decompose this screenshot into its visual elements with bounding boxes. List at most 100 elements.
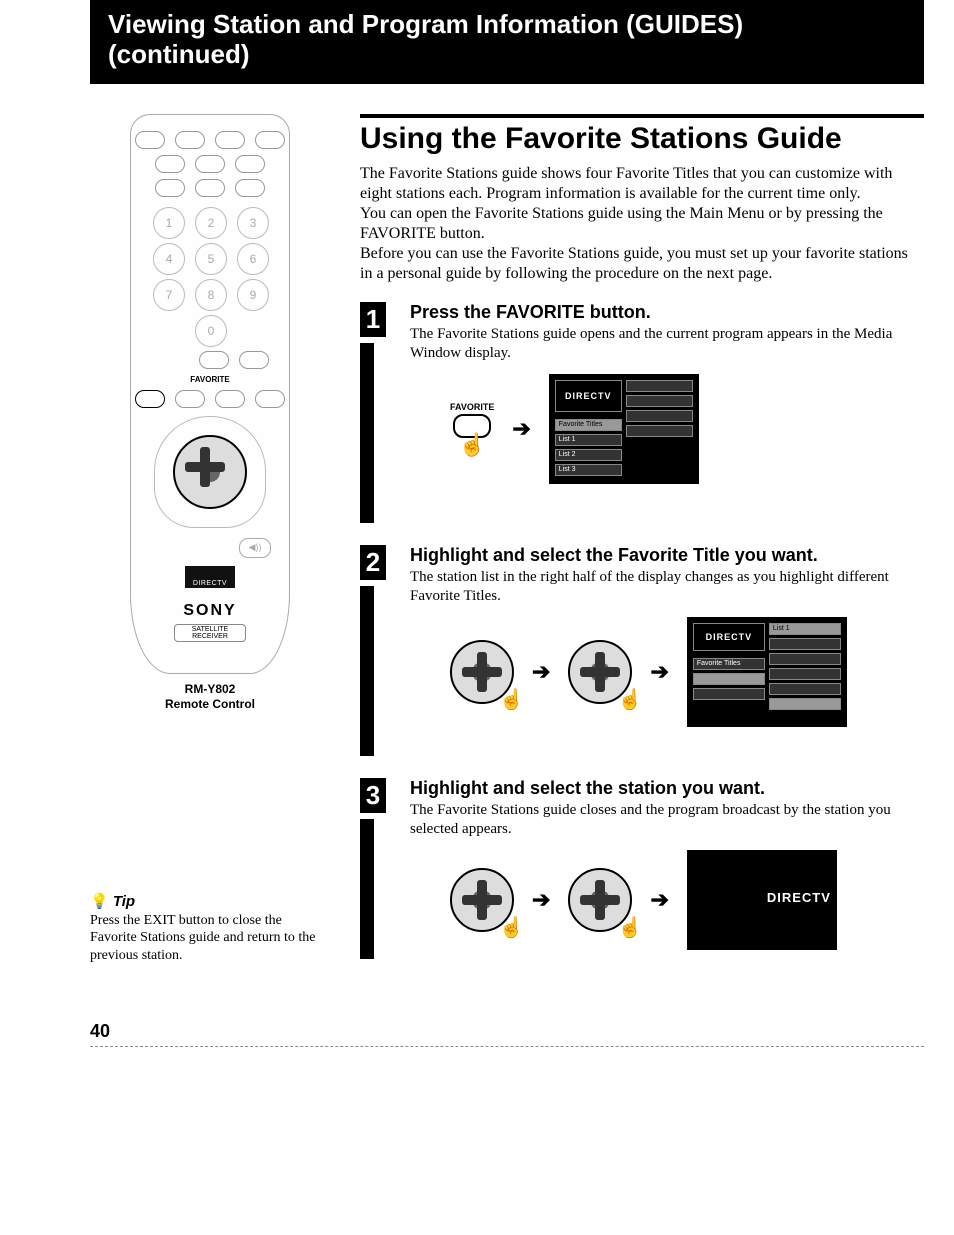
screen-logo: DIRECTV: [767, 890, 831, 905]
screen-row: List 1: [769, 623, 841, 635]
remote-btn: [135, 131, 165, 149]
tip-body: Press the EXIT button to close the Favor…: [90, 912, 330, 965]
num-8: 8: [195, 279, 227, 311]
tv-screen-step3: DIRECTV: [687, 850, 837, 950]
screen-row: [769, 653, 841, 665]
step-number: 3: [360, 778, 386, 813]
remote-favorite-btn: [135, 390, 165, 408]
remote-btn: [155, 179, 185, 197]
screen-row: Favorite Titles: [693, 658, 765, 670]
section-rule: [360, 114, 924, 118]
step-2: 2 Highlight and select the Favorite Titl…: [360, 545, 924, 756]
step-desc: The Favorite Stations guide closes and t…: [410, 801, 924, 839]
screen-row: [769, 683, 841, 695]
remote-btn: [175, 131, 205, 149]
remote-btn: [195, 155, 225, 173]
dpad-select-icon: ☝: [568, 640, 632, 704]
remote-jump-row: [131, 351, 269, 369]
remote-btn: [199, 351, 229, 369]
chapter-banner: Viewing Station and Program Information …: [90, 0, 924, 84]
num-2: 2: [195, 207, 227, 239]
banner-line-1: Viewing Station and Program Information …: [108, 10, 924, 40]
intro-text: The Favorite Stations guide shows four F…: [360, 164, 924, 284]
remote-figure: 1 2 3 4 5 6 7 8 9 0: [125, 114, 295, 713]
remote-numpad: 1 2 3 4 5 6 7 8 9 0: [131, 207, 289, 345]
tip-heading-text: Tip: [113, 893, 135, 910]
num-6: 6: [237, 243, 269, 275]
num-9: 9: [237, 279, 269, 311]
screen-row: [693, 688, 765, 700]
section-heading: Using the Favorite Stations Guide: [360, 122, 924, 156]
remote-btn: [175, 390, 205, 408]
remote-top-row: [131, 179, 289, 197]
remote-top-row: [131, 155, 289, 173]
screen-row: [626, 410, 693, 422]
favorite-button-icon: FAVORITE ☝: [450, 402, 494, 456]
screen-row: [693, 673, 765, 685]
screen-row: List 1: [555, 434, 622, 446]
num-1: 1: [153, 207, 185, 239]
favorite-button-label: FAVORITE: [450, 402, 494, 412]
arrow-right-icon: ➔: [512, 416, 530, 442]
hand-press-icon: ☝: [458, 434, 485, 456]
remote-dpad-area: [154, 416, 266, 528]
remote-btn: [215, 390, 245, 408]
page-footer-rule: [90, 1046, 924, 1047]
remote-caption: RM-Y802 Remote Control: [125, 682, 295, 713]
remote-directv-badge: DIRECTV: [185, 566, 235, 588]
num-5: 5: [195, 243, 227, 275]
remote-top-row: [131, 131, 289, 149]
remote-caption-text: Remote Control: [125, 697, 295, 713]
page-number: 40: [90, 1021, 954, 1042]
remote-favorite-row: FAVORITE: [131, 375, 289, 384]
arrow-right-icon: ➔: [532, 887, 550, 913]
step-title: Highlight and select the Favorite Title …: [410, 545, 924, 566]
screen-logo: DIRECTV: [693, 623, 765, 651]
dpad-select-icon: ☝: [568, 868, 632, 932]
step-2-illustration: ☝ ➔ ☝ ➔ DIRECTV Favorite Titles: [450, 617, 924, 727]
step-1: 1 Press the FAVORITE button. The Favorit…: [360, 302, 924, 523]
hand-icon: ☝: [499, 687, 524, 712]
hand-icon: ☝: [499, 915, 524, 940]
step-3: 3 Highlight and select the station you w…: [360, 778, 924, 959]
tv-screen-step2: DIRECTV Favorite Titles List 1: [687, 617, 847, 727]
num-3: 3: [237, 207, 269, 239]
step-bar: [360, 819, 374, 959]
arrow-right-icon: ➔: [650, 887, 668, 913]
step-number: 2: [360, 545, 386, 580]
tv-screen-step1: DIRECTV Favorite Titles List 1 List 2 Li…: [549, 374, 699, 484]
screen-row: [769, 698, 841, 710]
screen-row: [769, 638, 841, 650]
remote-btn: [155, 155, 185, 173]
screen-row: List 2: [555, 449, 622, 461]
screen-logo: DIRECTV: [555, 380, 622, 412]
step-number: 1: [360, 302, 386, 337]
screen-row: List 3: [555, 464, 622, 476]
num-0: 0: [195, 315, 227, 347]
hand-icon: ☝: [618, 915, 643, 940]
screen-row: [626, 380, 693, 392]
remote-btn: [255, 131, 285, 149]
remote-btn: [195, 179, 225, 197]
screen-row: [626, 425, 693, 437]
num-7: 7: [153, 279, 185, 311]
hand-icon: ☝: [618, 687, 643, 712]
step-title: Press the FAVORITE button.: [410, 302, 924, 323]
dpad-navigate-icon: ☝: [450, 868, 514, 932]
remote-favorite-buttons: [131, 390, 289, 408]
remote-btn: [255, 390, 285, 408]
step-title: Highlight and select the station you wan…: [410, 778, 924, 799]
banner-line-2: (continued): [108, 40, 924, 70]
step-1-illustration: FAVORITE ☝ ➔ DIRECTV Favorite Titles Lis…: [450, 374, 924, 484]
step-bar: [360, 343, 374, 523]
arrow-right-icon: ➔: [532, 659, 550, 685]
arrow-right-icon: ➔: [650, 659, 668, 685]
screen-row: [626, 395, 693, 407]
remote-btn: [235, 179, 265, 197]
lightbulb-icon: 💡: [90, 893, 109, 910]
remote-btn: [235, 155, 265, 173]
remote-mute-btn: ◀)): [239, 538, 271, 558]
tip-box: 💡 Tip Press the EXIT button to close the…: [90, 893, 330, 964]
remote-model: RM-Y802: [125, 682, 295, 698]
screen-row: Favorite Titles: [555, 419, 622, 431]
